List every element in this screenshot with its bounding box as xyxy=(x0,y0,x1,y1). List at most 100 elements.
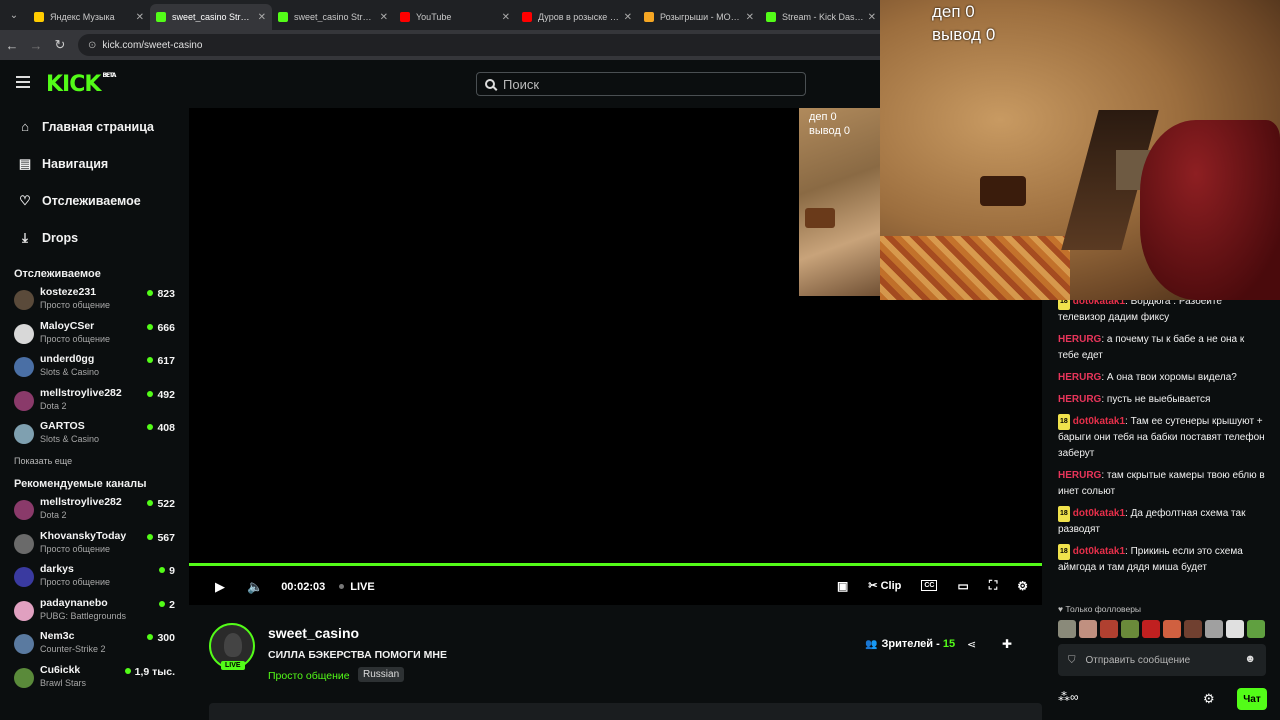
back-icon[interactable]: ← xyxy=(0,38,24,53)
youtube-icon xyxy=(400,12,410,22)
chat-text: пусть не выебывается xyxy=(1106,394,1211,405)
sidebar-channel[interactable]: MaloyCSer Просто общение 666 xyxy=(0,318,189,352)
show-more-link[interactable]: Показать еще xyxy=(0,456,189,466)
emote[interactable] xyxy=(1058,620,1076,638)
about-panel xyxy=(209,703,1042,720)
tab-title: Дуров в розыске // Г xyxy=(538,12,620,22)
tab-close-icon[interactable]: ✕ xyxy=(380,12,388,23)
sidebar-channel[interactable]: GARTOS Slots & Casino 408 xyxy=(0,418,189,452)
kick-logo[interactable]: KICK BETA xyxy=(46,72,116,97)
chat-username[interactable]: HERURG xyxy=(1058,470,1101,481)
channel-category: Просто общение xyxy=(40,300,110,310)
chat-input[interactable] xyxy=(1085,654,1236,666)
tab-close-icon[interactable]: ✕ xyxy=(868,12,876,23)
chat-username[interactable]: dot0katak1 xyxy=(1073,546,1125,557)
emote[interactable] xyxy=(1121,620,1139,638)
sidebar-channel[interactable]: mellstroylive282 Dota 2 522 xyxy=(0,494,189,528)
browser-tab[interactable]: Яндекс Музыка ✕ xyxy=(28,4,150,30)
sidebar-channel[interactable]: darkys Просто общение 9 xyxy=(0,561,189,595)
emote[interactable] xyxy=(1079,620,1097,638)
mini-player-icon[interactable]: ▣ xyxy=(837,579,848,593)
tab-search-icon[interactable]: ⌄ xyxy=(0,0,28,30)
streamer-name[interactable]: sweet_casino xyxy=(268,625,359,641)
emote[interactable] xyxy=(1142,620,1160,638)
forward-icon[interactable]: → xyxy=(24,38,48,53)
tab-close-icon[interactable]: ✕ xyxy=(746,12,754,23)
browser-tab[interactable]: Дуров в розыске // Г ✕ xyxy=(516,4,638,30)
chat-username[interactable]: dot0katak1 xyxy=(1073,508,1125,519)
tab-title: Stream - Kick Dashbo xyxy=(782,12,864,22)
sidebar-channel[interactable]: padaynanebo PUBG: Battlegrounds 2 xyxy=(0,595,189,629)
sidebar-channel[interactable]: KhovanskyToday Просто общение 567 xyxy=(0,528,189,562)
sidebar: ⌂ Главная страница ▤ Навигация ♡ Отслеживаемо… xyxy=(0,108,189,720)
sidebar-nav-item[interactable]: ⤓ Drops xyxy=(0,219,189,256)
sidebar-channel[interactable]: kosteze231 Просто общение 823 xyxy=(0,284,189,318)
player-controls: ▶ 🔈 00:02:03 LIVE ▣ ✂ Clip CC ▭ ⛶ ⚙ xyxy=(189,570,1042,604)
channel-viewers: 823 xyxy=(147,288,175,300)
chat-input-box[interactable]: ⛉ ☻ xyxy=(1058,644,1266,676)
live-indicator[interactable]: LIVE xyxy=(339,581,374,593)
sidebar-channel[interactable]: Nem3c Counter-Strike 2 300 xyxy=(0,628,189,662)
sidebar-nav-item[interactable]: ♡ Отслеживаемое xyxy=(0,182,189,219)
emote[interactable] xyxy=(1205,620,1223,638)
play-icon[interactable]: ▶ xyxy=(215,579,225,595)
stream-progress-bar[interactable] xyxy=(189,563,1042,566)
tab-close-icon[interactable]: ✕ xyxy=(258,12,266,23)
emote[interactable] xyxy=(1184,620,1202,638)
channel-category: Dota 2 xyxy=(40,400,67,411)
language-tag[interactable]: Russian xyxy=(358,667,405,682)
clip-button[interactable]: ✂ Clip xyxy=(868,579,901,592)
browser-tab[interactable]: YouTube ✕ xyxy=(394,4,516,30)
site-info-icon[interactable]: ⊙ xyxy=(88,40,96,51)
viewers-icon: 👥 xyxy=(865,639,878,650)
sidebar-channel[interactable]: underd0gg Slots & Casino 617 xyxy=(0,351,189,385)
emoji-icon[interactable]: ☻ xyxy=(1244,653,1256,665)
browser-tab[interactable]: Stream - Kick Dashbo ✕ xyxy=(760,4,882,30)
channel-avatar xyxy=(14,533,34,554)
channel-category: Dota 2 xyxy=(40,509,67,520)
channel-category: Slots & Casino xyxy=(40,367,100,378)
emote[interactable] xyxy=(1163,620,1181,638)
chat-username[interactable]: HERURG xyxy=(1058,334,1101,345)
tab-close-icon[interactable]: ✕ xyxy=(136,12,144,23)
follow-icon[interactable]: ✚ xyxy=(1002,637,1012,651)
chat-settings-icon[interactable]: ⚙ xyxy=(1203,691,1215,707)
stream-title: СИЛЛА БЭКЕРСТВА ПОМОГИ МНЕ xyxy=(268,649,447,661)
search-input[interactable] xyxy=(503,76,783,92)
emote[interactable] xyxy=(1100,620,1118,638)
channel-viewers: 300 xyxy=(147,632,175,644)
reload-icon[interactable]: ↻ xyxy=(48,37,72,53)
emote[interactable] xyxy=(1226,620,1244,638)
emote[interactable] xyxy=(1247,620,1265,638)
chat-text: А она твои хоромы видела? xyxy=(1106,372,1237,383)
browser-tab[interactable]: sweet_casino Stream ✕ xyxy=(272,4,394,30)
chat-username[interactable]: HERURG xyxy=(1058,394,1101,405)
theater-mode-icon[interactable]: ▭ xyxy=(957,579,968,593)
menu-icon[interactable] xyxy=(16,76,30,88)
channel-avatar xyxy=(14,357,34,378)
address-bar[interactable]: ⊙ kick.com/sweet-casino xyxy=(78,34,898,56)
chat-send-button[interactable]: Чат xyxy=(1237,688,1267,710)
channel-avatar xyxy=(14,600,34,621)
chat-panel: 18 dot0katak1: Вордюга . Разбейте телевиз… xyxy=(1042,294,1280,720)
tab-close-icon[interactable]: ✕ xyxy=(624,12,632,23)
settings-icon[interactable]: ⚙ xyxy=(1017,579,1028,593)
sidebar-channel[interactable]: Cu6ickk Brawl Stars 1,9 тыс. xyxy=(0,662,189,696)
infinity-icon[interactable]: ⁂∞ xyxy=(1058,690,1079,704)
share-icon[interactable]: ⋖ xyxy=(967,638,976,651)
volume-icon[interactable]: 🔈 xyxy=(247,579,263,595)
browser-tab[interactable]: sweet_casino Stream ✕ xyxy=(150,4,272,30)
channel-avatar xyxy=(14,290,34,310)
search-box[interactable] xyxy=(476,72,806,96)
captions-icon[interactable]: CC xyxy=(921,580,938,591)
browser-tab[interactable]: Розыгрыши - MONE ✕ xyxy=(638,4,760,30)
kick-icon xyxy=(156,12,166,22)
chat-username[interactable]: HERURG xyxy=(1058,372,1101,383)
fullscreen-icon[interactable]: ⛶ xyxy=(989,578,997,593)
chat-username[interactable]: dot0katak1 xyxy=(1073,416,1125,427)
tab-close-icon[interactable]: ✕ xyxy=(502,12,510,23)
stream-category[interactable]: Просто общение xyxy=(268,670,350,682)
sidebar-nav-item[interactable]: ▤ Навигация xyxy=(0,145,189,182)
sidebar-nav-item[interactable]: ⌂ Главная страница xyxy=(0,108,189,145)
sidebar-channel[interactable]: mellstroylive282 Dota 2 492 xyxy=(0,385,189,419)
